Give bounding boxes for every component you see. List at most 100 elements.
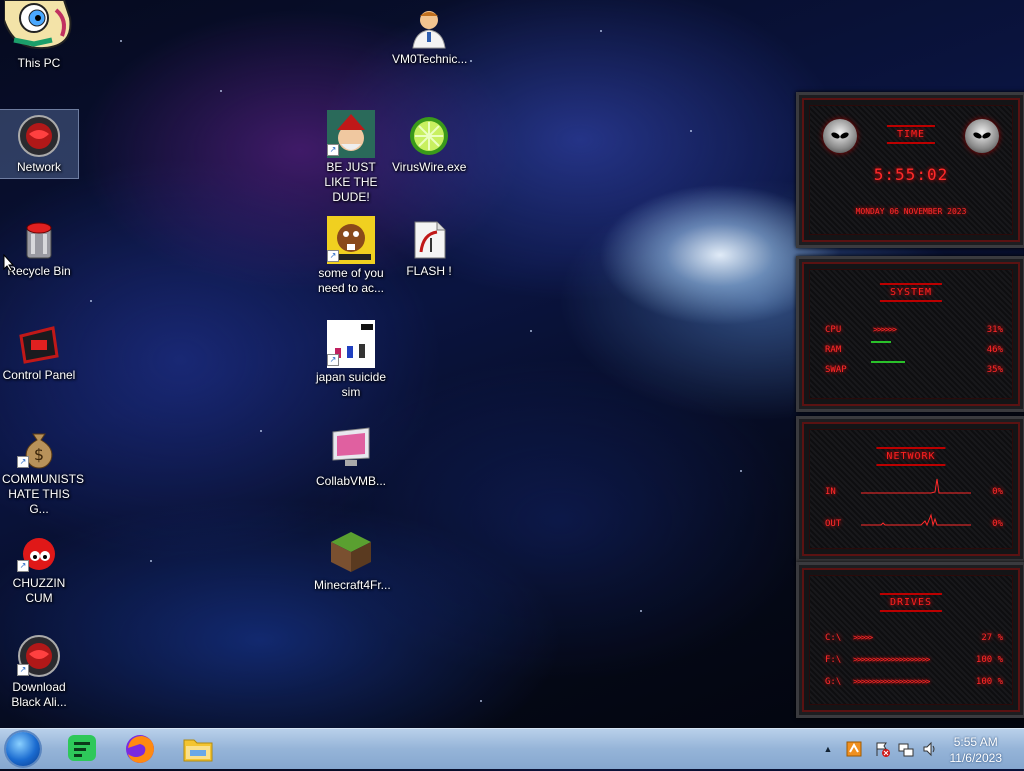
svg-text:$: $ xyxy=(34,445,44,464)
desktop-icon-some-of-you[interactable]: ↗ some of you need to ac... xyxy=(312,212,390,296)
money-bag-icon: $ ↗ xyxy=(17,426,61,470)
desktop-icon-label: Minecraft4Fr... xyxy=(314,578,391,592)
gadget-date: MONDAY 06 NOVEMBER 2023 xyxy=(855,207,967,216)
cpu-bar: >>>>>> xyxy=(873,325,897,334)
desktop-icon-communists[interactable]: $ ↗ COMMUNISTS HATE THIS G... xyxy=(0,422,84,517)
action-center-flag-icon[interactable] xyxy=(874,741,890,757)
shortcut-arrow-icon: ↗ xyxy=(17,664,29,676)
this-pc-icon xyxy=(3,0,74,56)
drive-g-value: 100 % xyxy=(975,677,1003,687)
file-explorer-icon[interactable] xyxy=(180,732,216,766)
desktop-icon-label: COMMUNISTS HATE THIS G... xyxy=(2,472,84,516)
shortcut-arrow-icon: ↗ xyxy=(327,144,339,156)
start-orb[interactable] xyxy=(6,732,40,766)
gadget-time-panel[interactable]: TIME 5:55:02 MONDAY 06 NOVEMBER 2023 xyxy=(796,92,1024,248)
shortcut-arrow-icon: ↗ xyxy=(17,456,29,468)
network-icon[interactable] xyxy=(898,741,914,757)
alien-head-icon xyxy=(965,119,999,153)
alien-head-icon xyxy=(823,119,857,153)
desktop-icon-recycle-bin[interactable]: Recycle Bin xyxy=(0,214,78,279)
game-sprites-icon: ↗ xyxy=(327,320,375,368)
alienware-globe-icon: ↗ xyxy=(17,634,61,678)
drive-f-value: 100 % xyxy=(975,655,1003,665)
firefox-icon[interactable] xyxy=(122,732,158,766)
ram-bar xyxy=(871,341,891,343)
drive-f-bar: >>>>>>>>>>>>>>>>>>>> xyxy=(853,655,930,664)
control-panel-icon xyxy=(17,322,61,366)
desktop-icon-viruswire[interactable]: VirusWire.exe xyxy=(390,110,468,175)
chuzzle-creature-icon: ↗ xyxy=(17,530,61,574)
desktop-icon-be-just-like[interactable]: ↗ BE JUST LIKE THE DUDE! xyxy=(312,106,390,205)
grass-block-icon xyxy=(327,528,375,576)
technician-person-icon xyxy=(407,6,451,50)
shortcut-arrow-icon: ↗ xyxy=(327,250,339,262)
desktop-icon-label: BE JUST LIKE THE DUDE! xyxy=(324,160,378,204)
desktop-icon-label: This PC xyxy=(17,56,61,70)
mouse-cursor-icon xyxy=(3,254,15,272)
cpu-value: 31% xyxy=(986,325,1003,335)
gadget-title-drives: DRIVES xyxy=(879,593,943,612)
beaver-icon: ↗ xyxy=(327,216,375,264)
taskbar: ▲ 5:55 AM 11/6/2023 xyxy=(0,728,1024,769)
drive-c-bar: >>>>> xyxy=(853,633,873,642)
desktop-icon-label: Control Panel xyxy=(2,368,76,382)
notes-icon[interactable] xyxy=(64,732,100,766)
alienware-globe-icon xyxy=(17,114,61,158)
taskbar-clock[interactable]: 5:55 AM 11/6/2023 xyxy=(950,734,1003,766)
net-in-label: IN xyxy=(825,487,836,497)
gadget-clock: 5:55:02 xyxy=(873,165,949,184)
desktop-icon-collabvmb[interactable]: CollabVMB... xyxy=(312,420,390,489)
swap-bar xyxy=(871,361,905,363)
lime-slice-icon xyxy=(407,114,451,158)
desktop-icon-download-black-ali[interactable]: ↗ Download Black Ali... xyxy=(0,630,78,710)
desktop-icon-label: FLASH ! xyxy=(406,264,452,278)
ram-label: RAM xyxy=(825,345,842,355)
desktop-icon-chuzzin[interactable]: ↗ CHUZZIN CUM xyxy=(0,526,78,606)
clock-time: 5:55 AM xyxy=(953,735,998,749)
volume-icon[interactable] xyxy=(922,741,938,757)
santa-elf-icon: ↗ xyxy=(327,110,375,158)
drive-f-label: F:\ xyxy=(825,655,842,665)
tray-app-icon[interactable] xyxy=(846,741,862,757)
desktop-icon-label: Download Black Ali... xyxy=(11,680,67,709)
drive-c-label: C:\ xyxy=(825,633,842,643)
shortcut-arrow-icon: ↗ xyxy=(17,560,29,572)
gadget-system-panel[interactable]: SYSTEM CPU >>>>>> 31% RAM 46% SWAP 35% xyxy=(796,256,1024,412)
desktop-icon-flash[interactable]: FLASH ! xyxy=(390,214,468,279)
drive-g-label: G:\ xyxy=(825,677,842,687)
gadget-drives-panel[interactable]: DRIVES C:\ >>>>> 27 % F:\ >>>>>>>>>>>>>>… xyxy=(796,562,1024,718)
desktop-icon-japan-suicide-sim[interactable]: ↗ japan suicide sim xyxy=(312,316,390,400)
desktop-icon-minecraft4fr[interactable]: Minecraft4Fr... xyxy=(312,524,391,593)
desktop-icon-label: CollabVMB... xyxy=(315,474,387,488)
net-out-value: 0% xyxy=(992,519,1003,529)
desktop-icon-label: VirusWire.exe xyxy=(392,160,467,174)
drive-g-bar: >>>>>>>>>>>>>>>>>>>> xyxy=(853,677,930,686)
desktop-icon-this-pc[interactable]: This PC xyxy=(0,0,78,71)
net-in-value: 0% xyxy=(992,487,1003,497)
ram-value: 46% xyxy=(986,345,1003,355)
gadget-network-panel[interactable]: NETWORK IN 0% OUT 0% xyxy=(796,416,1024,562)
swap-label: SWAP xyxy=(825,365,847,375)
recycle-bin-icon xyxy=(3,218,61,272)
gadget-title-network: NETWORK xyxy=(876,447,946,466)
desktop-icon-label: some of you need to ac... xyxy=(317,266,385,295)
desktop-icon-label: VM0Technic... xyxy=(392,52,468,66)
drive-c-value: 27 % xyxy=(981,633,1003,643)
desktop-icon-network[interactable]: Network xyxy=(0,109,79,179)
net-out-label: OUT xyxy=(825,519,842,529)
swap-value: 35% xyxy=(986,365,1003,375)
net-in-graph xyxy=(861,478,971,494)
gadget-title-system: SYSTEM xyxy=(879,283,943,302)
flash-document-icon xyxy=(407,218,451,262)
net-out-graph xyxy=(861,513,971,527)
monitor-icon xyxy=(327,424,375,472)
gadget-title-time: TIME xyxy=(886,125,936,144)
shortcut-arrow-icon: ↗ xyxy=(327,354,339,366)
desktop-icon-control-panel[interactable]: Control Panel xyxy=(0,318,78,383)
desktop-icon-vm0technic[interactable]: VM0Technic... xyxy=(390,2,468,67)
cpu-label: CPU xyxy=(825,325,842,335)
desktop-icon-label: CHUZZIN CUM xyxy=(12,576,66,605)
desktop-icon-label: japan suicide sim xyxy=(315,370,387,399)
show-hidden-icons[interactable]: ▲ xyxy=(820,741,836,757)
desktop-icon-label: Network xyxy=(16,160,61,174)
